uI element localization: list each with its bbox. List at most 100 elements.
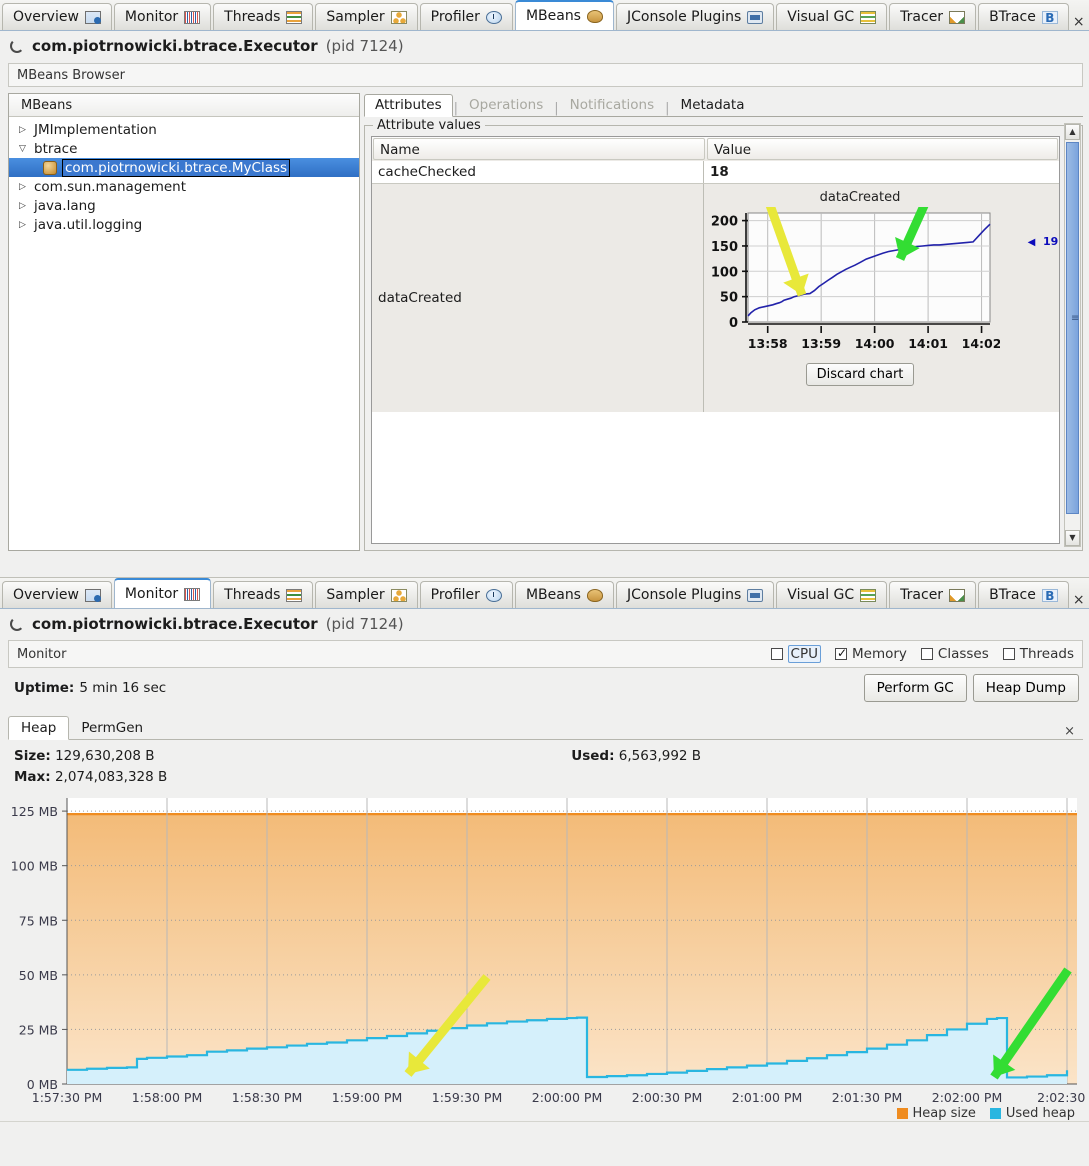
tab-label: Threads (224, 9, 281, 25)
chevron-right-icon[interactable]: ▷ (19, 220, 29, 230)
tree-node-btrace[interactable]: ▽ btrace (9, 139, 359, 158)
mbeans-panel: Overview Monitor Threads Sampler Profiler MBe… (0, 0, 1089, 578)
heap-dump-button[interactable]: Heap Dump (972, 674, 1079, 702)
tab-mbeans[interactable]: MBeans (514, 0, 614, 30)
tree-node-com-piotrnowicki-btrace-MyClass[interactable]: com.piotrnowicki.btrace.MyClass (9, 158, 359, 177)
max-value: 2,074,083,328 B (54, 769, 168, 785)
heap-size-stats: Size: 129,630,208 B Max: 2,074,083,328 B (14, 746, 167, 788)
monitor-icon (184, 10, 201, 24)
legend-label-used-heap: Used heap (1005, 1106, 1075, 1121)
monitor-checkbox-group[interactable]: CPU Memory Classes Threads (770, 645, 1074, 663)
tab-tracer[interactable]: Tracer (889, 581, 977, 608)
tab-overview[interactable]: Overview (2, 581, 112, 608)
svg-text:1:59:00 PM: 1:59:00 PM (332, 1090, 402, 1102)
checkbox-cpu[interactable]: CPU (770, 645, 821, 663)
overview-icon (84, 588, 101, 602)
mbeans-tree-panel[interactable]: MBeans ▷ JMImplementation ▽ btrace com.piotr… (8, 93, 360, 551)
tab-threads[interactable]: Threads (213, 3, 314, 30)
tab-jconsole-plugins[interactable]: JConsole Plugins (615, 581, 775, 608)
tab-monitor[interactable]: Monitor (113, 3, 212, 30)
perform-gc-button[interactable]: Perform GC (863, 674, 967, 702)
tab-monitor[interactable]: Monitor (113, 578, 212, 608)
chevron-down-icon[interactable]: ▽ (19, 144, 29, 154)
tree-node-JMImplementation[interactable]: ▷ JMImplementation (9, 120, 359, 139)
svg-text:14:01: 14:01 (908, 336, 948, 351)
close-tab-icon[interactable]: × (1071, 592, 1089, 608)
checkbox-box[interactable] (920, 648, 933, 660)
tab-mbeans[interactable]: MBeans (514, 581, 614, 608)
tab-label: JConsole Plugins (626, 9, 742, 25)
scroll-up-button[interactable]: ▲ (1065, 124, 1080, 140)
profiler-icon (485, 10, 502, 24)
discard-chart-button[interactable]: Discard chart (805, 363, 915, 386)
tab-label: JConsole Plugins (626, 587, 742, 603)
tracer-icon (949, 10, 966, 24)
column-header-name[interactable]: Name (373, 138, 705, 160)
tab-threads[interactable]: Threads (213, 581, 314, 608)
table-row[interactable]: dataCreated dataCreated 13:58 13:59 14:00 1… (372, 157, 1059, 412)
tab-label: Visual GC (787, 587, 855, 603)
tree-node-java-lang[interactable]: ▷ java.lang (9, 196, 359, 215)
legend-swatch-heap-size (896, 1108, 908, 1119)
attributes-table[interactable]: Name Value cacheChecked 18 dataCreated d… (371, 136, 1060, 544)
chevron-right-icon[interactable]: ▷ (19, 201, 29, 211)
tab-btrace[interactable]: BTrace B (978, 3, 1069, 30)
mbeans-tree[interactable]: ▷ JMImplementation ▽ btrace com.piotrnowicki… (9, 117, 359, 234)
uptime-label: Uptime: (14, 680, 75, 696)
tab-profiler[interactable]: Profiler (419, 3, 513, 30)
checkbox-classes[interactable]: Classes (920, 646, 989, 662)
tab-label: Sampler (326, 587, 385, 603)
tree-node-java-util-logging[interactable]: ▷ java.util.logging (9, 215, 359, 234)
close-icon[interactable]: × (1056, 724, 1083, 739)
table-header-row: Name Value (372, 137, 1059, 161)
table-row[interactable]: cacheChecked 18 (372, 161, 1059, 184)
attribute-name: dataCreated (372, 184, 704, 412)
close-tab-icon[interactable]: × (1071, 14, 1089, 30)
svg-text:1:58:00 PM: 1:58:00 PM (132, 1090, 202, 1102)
tab-visual-gc[interactable]: Visual GC (776, 581, 888, 608)
checkbox-box[interactable] (1002, 648, 1015, 660)
checkbox-label: Threads (1019, 646, 1074, 662)
svg-text:2:02:30 P: 2:02:30 P (1037, 1090, 1089, 1102)
chevron-right-icon[interactable]: ▷ (19, 125, 29, 135)
checkbox-memory[interactable]: Memory (834, 646, 907, 662)
chevron-right-icon[interactable]: ▷ (19, 182, 29, 192)
tree-node-label: btrace (34, 140, 78, 157)
checkbox-threads[interactable]: Threads (1002, 646, 1074, 662)
tab-label: Monitor (124, 586, 179, 602)
tab-visual-gc[interactable]: Visual GC (776, 3, 888, 30)
svg-text:1:57:30 PM: 1:57:30 PM (32, 1090, 102, 1102)
tab-label: BTrace (989, 9, 1036, 25)
tab-overview[interactable]: Overview (2, 3, 112, 30)
chart-title: dataCreated (819, 190, 901, 205)
tab-btrace[interactable]: BTrace B (978, 581, 1069, 608)
checkbox-box[interactable] (834, 646, 847, 660)
process-name-bottom: com.piotrnowicki.btrace.Executor (32, 614, 318, 633)
sampler-icon (390, 588, 407, 602)
monitor-icon (184, 587, 201, 601)
attributes-scrollbar[interactable]: ▲ ▼ (1064, 123, 1081, 547)
tab-jconsole-plugins[interactable]: JConsole Plugins (615, 3, 775, 30)
svg-text:13:59: 13:59 (801, 336, 841, 351)
tab-tracer[interactable]: Tracer (889, 3, 977, 30)
tab-permgen[interactable]: PermGen (69, 717, 155, 739)
mbeans-icon (586, 9, 603, 23)
visualgc-icon (860, 10, 877, 24)
checkbox-box[interactable] (770, 648, 783, 660)
column-header-value[interactable]: Value (707, 138, 1058, 160)
loading-spinner-icon (10, 616, 24, 631)
tree-node-com-sun-management[interactable]: ▷ com.sun.management (9, 177, 359, 196)
tab-sampler[interactable]: Sampler (315, 3, 418, 30)
subtab-metadata[interactable]: Metadata (671, 95, 755, 116)
attribute-values-legend: Attribute values (373, 118, 485, 133)
process-pid-top: (pid 7124) (325, 36, 404, 55)
tab-heap[interactable]: Heap (8, 716, 70, 740)
subtab-attributes[interactable]: Attributes (364, 94, 453, 117)
svg-text:50: 50 (720, 291, 738, 306)
threads-icon (286, 588, 303, 602)
tab-sampler[interactable]: Sampler (315, 581, 418, 608)
scrollbar-thumb[interactable] (1066, 142, 1079, 514)
mbeans-browser-label: MBeans Browser (17, 67, 125, 83)
scroll-down-button[interactable]: ▼ (1065, 530, 1080, 546)
tab-profiler[interactable]: Profiler (419, 581, 513, 608)
